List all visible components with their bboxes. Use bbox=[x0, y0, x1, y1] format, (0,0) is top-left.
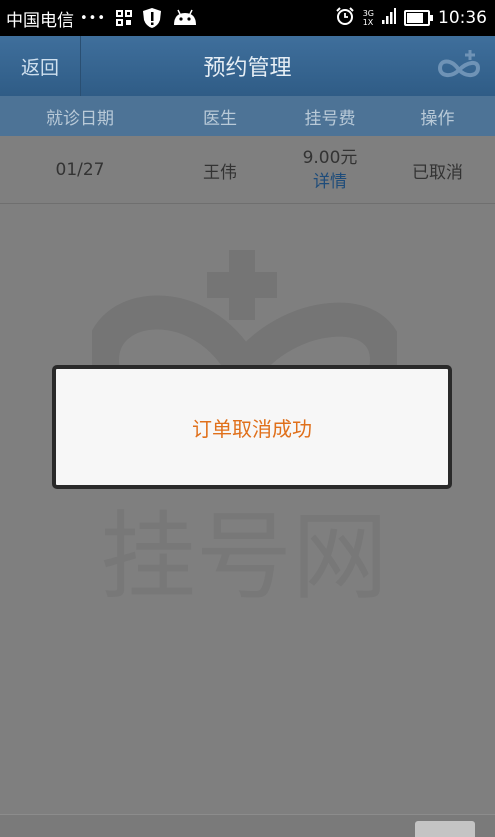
action-status: 已取消 bbox=[412, 162, 463, 183]
bottom-bar-button[interactable] bbox=[415, 821, 475, 837]
battery-icon bbox=[404, 10, 433, 26]
status-right: 3G 1X 10:36 bbox=[335, 0, 487, 36]
clock: 10:36 bbox=[438, 8, 487, 28]
column-date: 就诊日期 bbox=[46, 108, 114, 129]
watermark-text: 挂号网 bbox=[100, 501, 388, 610]
grid-icon bbox=[116, 10, 133, 26]
doctor-name: 王伟 bbox=[203, 162, 237, 183]
status-bar: 中国电信 ••• 3G 1X 10:36 bbox=[0, 0, 495, 36]
app-logo-icon[interactable] bbox=[437, 48, 481, 84]
network-3g-label: 3G bbox=[362, 9, 374, 18]
network-indicator: 3G 1X bbox=[363, 9, 374, 27]
detail-link[interactable]: 详情 bbox=[313, 170, 347, 194]
column-doctor: 医生 bbox=[203, 108, 237, 129]
fee-amount: 9.00元 bbox=[302, 148, 358, 168]
column-fee: 挂号费 bbox=[304, 108, 356, 129]
android-icon bbox=[172, 9, 198, 27]
signal-icon bbox=[382, 7, 396, 29]
column-action: 操作 bbox=[420, 108, 455, 129]
page-title: 预约管理 bbox=[203, 56, 292, 81]
appointment-date: 01/27 bbox=[55, 160, 105, 180]
table-row[interactable]: 01/27 王伟 9.00元 详情 已取消 bbox=[0, 137, 495, 204]
table-header: 就诊日期 医生 挂号费 操作 bbox=[0, 96, 495, 136]
app-header: 返回 预约管理 bbox=[0, 36, 495, 96]
carrier-name: 中国电信 bbox=[6, 10, 74, 31]
notification-dots: ••• bbox=[80, 10, 107, 26]
toast-dialog: 订单取消成功 bbox=[52, 365, 452, 489]
network-1x-label: 1X bbox=[362, 18, 374, 27]
shield-alert-icon bbox=[142, 7, 162, 29]
battery-fill bbox=[407, 13, 424, 23]
bottom-bar bbox=[0, 814, 495, 837]
alarm-icon bbox=[335, 6, 355, 31]
back-button[interactable]: 返回 bbox=[0, 36, 81, 96]
dialog-message: 订单取消成功 bbox=[192, 416, 312, 441]
fee-cell: 9.00元 详情 bbox=[280, 146, 380, 194]
